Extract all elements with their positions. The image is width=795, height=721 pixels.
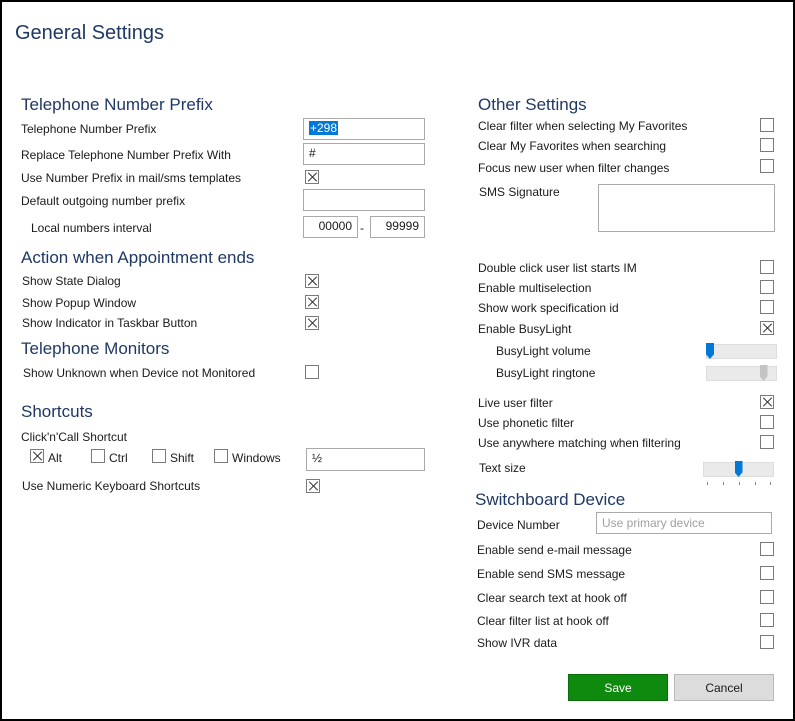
clickncall-label: Click'n'Call Shortcut [21, 430, 127, 444]
use-prefix-templates-checkbox[interactable] [305, 170, 319, 184]
section-title-switchboard: Switchboard Device [475, 490, 626, 509]
sms-signature-input[interactable] [598, 184, 775, 232]
clear-search-hookoff-label: Clear search text at hook off [477, 591, 627, 605]
clear-favorites-searching-label: Clear My Favorites when searching [478, 139, 667, 153]
show-popup-window-checkbox[interactable] [305, 295, 319, 309]
live-user-filter-label: Live user filter [478, 396, 553, 410]
windows-checkbox[interactable] [214, 449, 228, 463]
local-from-input[interactable]: 00000 [303, 216, 358, 238]
clear-filter-favorites-label: Clear filter when selecting My Favorites [478, 119, 688, 133]
windows-label: Windows [232, 451, 281, 465]
local-interval-dash: - [360, 221, 364, 235]
settings-window: General Settings Telephone Number Prefix… [0, 0, 795, 721]
shift-label: Shift [170, 451, 195, 465]
focus-new-user-checkbox[interactable] [760, 159, 774, 173]
send-email-checkbox[interactable] [760, 542, 774, 556]
shortcut-key-value: ½ [312, 451, 323, 465]
clear-favorites-searching-checkbox[interactable] [760, 138, 774, 152]
text-size-tick [770, 482, 771, 485]
page-title: General Settings [15, 22, 164, 44]
phonetic-filter-label: Use phonetic filter [478, 416, 575, 430]
alt-checkbox[interactable] [30, 449, 44, 463]
text-size-label: Text size [479, 461, 526, 475]
focus-new-user-label: Focus new user when filter changes [478, 161, 670, 175]
local-to-input[interactable]: 99999 [370, 216, 425, 238]
text-size-tick [707, 482, 708, 485]
busylight-volume-slider[interactable] [706, 344, 777, 359]
device-number-label: Device Number [477, 518, 560, 532]
enable-busylight-label: Enable BusyLight [478, 322, 572, 336]
show-ivr-label: Show IVR data [477, 636, 558, 650]
section-title-telephone-prefix: Telephone Number Prefix [21, 95, 213, 114]
show-work-spec-label: Show work specification id [478, 301, 619, 315]
ctrl-checkbox[interactable] [91, 449, 105, 463]
default-outgoing-label: Default outgoing number prefix [21, 194, 186, 208]
enable-busylight-checkbox[interactable] [760, 321, 774, 335]
show-work-spec-checkbox[interactable] [760, 300, 774, 314]
busylight-ringtone-label: BusyLight ringtone [496, 366, 596, 380]
replace-prefix-label: Replace Telephone Number Prefix With [21, 148, 231, 162]
shift-checkbox[interactable] [152, 449, 166, 463]
anywhere-matching-label: Use anywhere matching when filtering [478, 436, 681, 450]
phonetic-filter-checkbox[interactable] [760, 415, 774, 429]
ctrl-label: Ctrl [109, 451, 128, 465]
numeric-shortcuts-label: Use Numeric Keyboard Shortcuts [22, 479, 201, 493]
section-title-other: Other Settings [478, 95, 587, 114]
prefix-input-value: +298 [309, 121, 339, 135]
text-size-tick [723, 482, 724, 485]
clear-filter-hookoff-label: Clear filter list at hook off [477, 614, 609, 628]
prefix-input[interactable]: +298 [303, 118, 425, 140]
show-taskbar-indicator-checkbox[interactable] [305, 316, 319, 330]
show-unknown-checkbox[interactable] [305, 365, 319, 379]
device-number-input[interactable] [596, 512, 772, 534]
show-taskbar-indicator-label: Show Indicator in Taskbar Button [22, 316, 198, 330]
local-to-value: 99999 [385, 219, 419, 233]
sms-signature-label: SMS Signature [479, 185, 560, 199]
show-state-dialog-checkbox[interactable] [305, 274, 319, 288]
save-button[interactable]: Save [568, 674, 668, 701]
local-from-value: 00000 [318, 219, 352, 233]
clear-filter-favorites-checkbox[interactable] [760, 118, 774, 132]
show-state-dialog-label: Show State Dialog [22, 274, 121, 288]
default-outgoing-input[interactable] [303, 189, 425, 211]
double-click-im-label: Double click user list starts IM [478, 261, 637, 275]
replace-prefix-input[interactable]: # [303, 143, 425, 165]
text-size-tick [755, 482, 756, 485]
send-sms-checkbox[interactable] [760, 566, 774, 580]
clear-search-hookoff-checkbox[interactable] [760, 590, 774, 604]
busylight-volume-label: BusyLight volume [496, 344, 591, 358]
shortcut-key-input[interactable]: ½ [306, 448, 425, 471]
text-size-tick [739, 482, 740, 485]
section-title-shortcuts: Shortcuts [21, 402, 93, 421]
section-title-monitors: Telephone Monitors [21, 339, 170, 358]
local-interval-label: Local numbers interval [31, 221, 152, 235]
numeric-shortcuts-checkbox[interactable] [306, 479, 320, 493]
show-unknown-label: Show Unknown when Device not Monitored [23, 366, 256, 380]
alt-label: Alt [48, 451, 63, 465]
cancel-button[interactable]: Cancel [674, 674, 774, 701]
prefix-label: Telephone Number Prefix [21, 122, 157, 136]
enable-multiselection-checkbox[interactable] [760, 280, 774, 294]
section-title-appointment: Action when Appointment ends [21, 248, 255, 267]
send-email-label: Enable send e-mail message [477, 543, 632, 557]
show-popup-window-label: Show Popup Window [22, 296, 137, 310]
anywhere-matching-checkbox[interactable] [760, 435, 774, 449]
replace-prefix-value: # [309, 146, 316, 160]
enable-multiselection-label: Enable multiselection [478, 281, 592, 295]
use-prefix-templates-label: Use Number Prefix in mail/sms templates [21, 171, 242, 185]
send-sms-label: Enable send SMS message [477, 567, 626, 581]
show-ivr-checkbox[interactable] [760, 635, 774, 649]
live-user-filter-checkbox[interactable] [760, 395, 774, 409]
clear-filter-hookoff-checkbox[interactable] [760, 613, 774, 627]
double-click-im-checkbox[interactable] [760, 260, 774, 274]
